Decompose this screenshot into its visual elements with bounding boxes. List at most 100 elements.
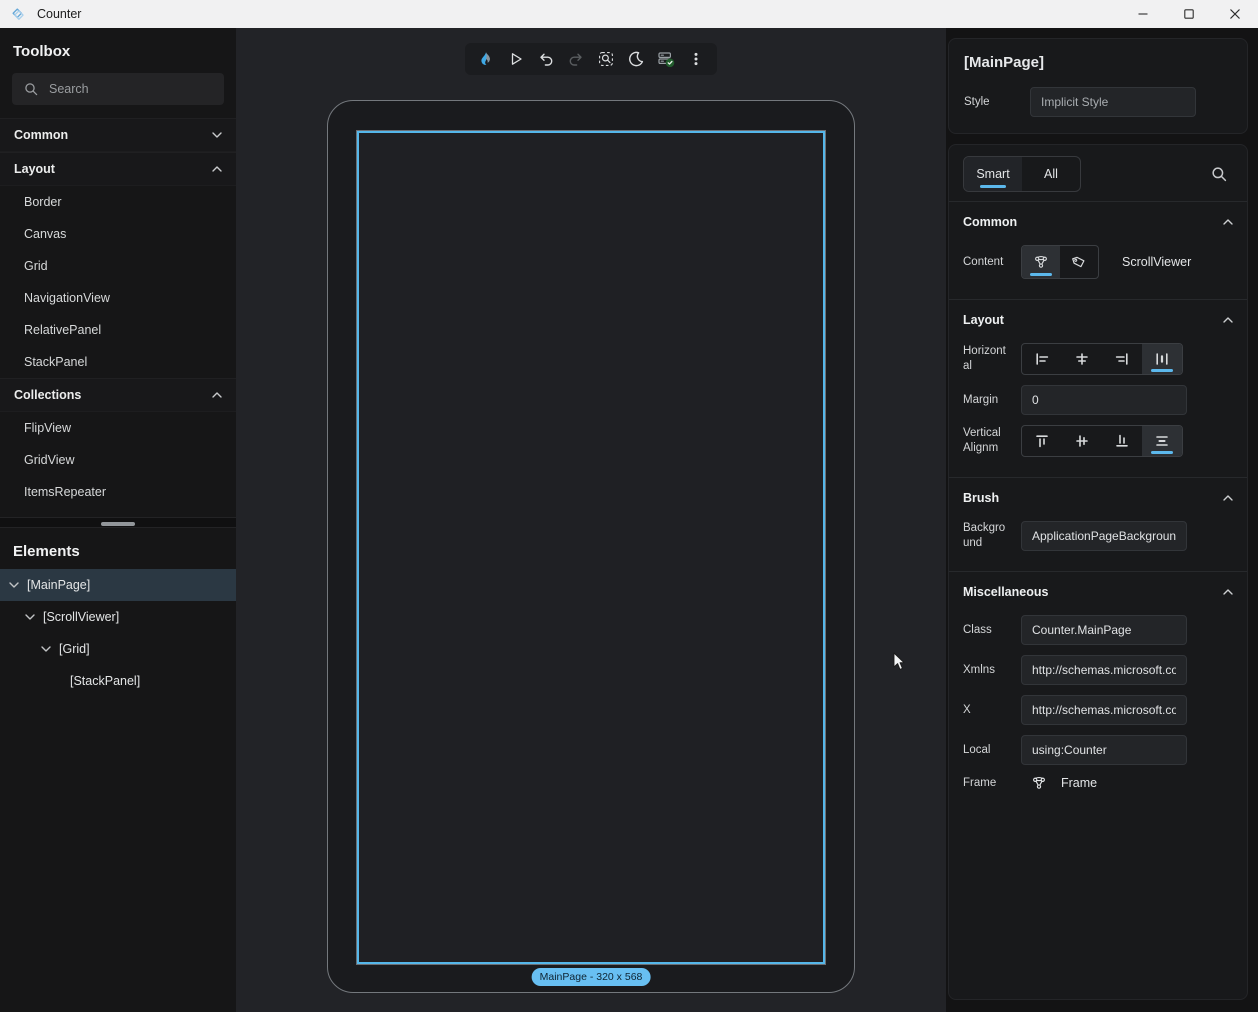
class-input[interactable]: Counter.MainPage [1021, 615, 1187, 645]
tree-item-mainpage[interactable]: [MainPage] [0, 569, 236, 601]
tree-item-label: [Grid] [59, 642, 90, 656]
section-brush: Brush Background ApplicationPageBackgrou… [949, 477, 1247, 571]
properties-search-button[interactable] [1205, 166, 1233, 182]
zoom-selection-icon [597, 50, 615, 68]
toolbox-item-itemsrepeater[interactable]: ItemsRepeater [0, 476, 236, 508]
valign-top-button[interactable] [1022, 426, 1062, 456]
valign-center-button[interactable] [1062, 426, 1102, 456]
class-row: Class Counter.MainPage [963, 615, 1233, 645]
connection-status-button[interactable] [651, 44, 681, 74]
design-canvas[interactable]: MainPage - 320 x 568 [236, 28, 946, 1012]
xmlns-input[interactable]: http://schemas.microsoft.com [1021, 655, 1187, 685]
chevron-up-icon [1223, 589, 1233, 595]
theme-toggle-button[interactable] [621, 44, 651, 74]
background-row: Background ApplicationPageBackground [963, 521, 1233, 551]
content-mode-element[interactable] [1022, 246, 1060, 278]
panel-splitter[interactable] [0, 517, 236, 528]
zoom-selection-button[interactable] [591, 44, 621, 74]
close-button[interactable] [1212, 0, 1258, 28]
valign-stretch-button[interactable] [1142, 426, 1182, 456]
horizontal-alignment-group [1021, 343, 1183, 375]
align-right-button[interactable] [1102, 344, 1142, 374]
maximize-button[interactable] [1166, 0, 1212, 28]
undo-icon [537, 50, 555, 68]
x-input[interactable]: http://schemas.microsoft.com [1021, 695, 1187, 725]
margin-input[interactable]: 0 [1021, 385, 1187, 415]
section-layout: Layout Horizontal Margin 0 [949, 299, 1247, 477]
tab-all[interactable]: All [1022, 157, 1080, 191]
toolbox-item-canvas[interactable]: Canvas [0, 218, 236, 250]
frame-element-link[interactable]: Frame [1021, 775, 1097, 791]
window-controls [1120, 0, 1258, 28]
style-label: Style [964, 95, 1020, 110]
maximize-icon [1180, 5, 1198, 23]
local-input[interactable]: using:Counter [1021, 735, 1187, 765]
align-stretch-button[interactable] [1142, 344, 1182, 374]
more-options-button[interactable] [681, 44, 711, 74]
tree-item-scrollviewer[interactable]: [ScrollViewer] [0, 601, 236, 633]
chevron-down-icon [41, 646, 51, 652]
valign-bottom-button[interactable] [1102, 426, 1142, 456]
flame-icon [477, 50, 495, 68]
frame-label: Frame [963, 776, 1011, 791]
tab-smart[interactable]: Smart [964, 157, 1022, 191]
close-icon [1226, 5, 1244, 23]
chevron-down-icon [9, 582, 19, 588]
inspector-header-card: [MainPage] Style Implicit Style [948, 38, 1248, 134]
tree-item-stackpanel[interactable]: [StackPanel] [0, 665, 236, 697]
margin-label: Margin [963, 393, 1011, 408]
valign-bottom-icon [1114, 433, 1130, 449]
align-center-icon [1074, 351, 1090, 367]
section-miscellaneous: Miscellaneous Class Counter.MainPage Xml… [949, 571, 1247, 811]
minimize-button[interactable] [1120, 0, 1166, 28]
section-miscellaneous-header[interactable]: Miscellaneous [963, 577, 1233, 607]
class-label: Class [963, 623, 1011, 638]
design-toolbar [465, 43, 717, 75]
tag-icon [1071, 254, 1087, 270]
hot-design-button[interactable] [471, 44, 501, 74]
style-input[interactable]: Implicit Style [1030, 87, 1196, 117]
toolbox-search-input[interactable]: Search [12, 73, 224, 105]
section-common-header[interactable]: Common [963, 207, 1233, 237]
tree-item-grid[interactable]: [Grid] [0, 633, 236, 665]
toolbox-section-collections[interactable]: Collections [0, 378, 236, 412]
x-label: X [963, 703, 1011, 718]
play-button[interactable] [501, 44, 531, 74]
toolbox-item-border[interactable]: Border [0, 186, 236, 218]
background-input[interactable]: ApplicationPageBackground [1021, 521, 1187, 551]
inspector-title: [MainPage] [964, 54, 1232, 71]
toolbox-item-stackpanel[interactable]: StackPanel [0, 346, 236, 378]
align-center-button[interactable] [1062, 344, 1102, 374]
play-icon [507, 50, 525, 68]
page-design-surface[interactable] [357, 131, 825, 964]
toolbox-item-navigationview[interactable]: NavigationView [0, 282, 236, 314]
undo-button[interactable] [531, 44, 561, 74]
toolbox-section-common[interactable]: Common [0, 118, 236, 152]
content-value[interactable]: ScrollViewer [1122, 255, 1191, 269]
device-frame: MainPage - 320 x 568 [327, 100, 855, 993]
toolbox-item-grid[interactable]: Grid [0, 250, 236, 282]
inspector-panel: [MainPage] Style Implicit Style Smart Al… [946, 28, 1258, 1012]
frame-size-badge[interactable]: MainPage - 320 x 568 [532, 968, 651, 986]
section-brush-header[interactable]: Brush [963, 483, 1233, 513]
margin-row: Margin 0 [963, 385, 1233, 415]
titlebar: Counter [0, 0, 1258, 28]
content-label: Content [963, 255, 1011, 270]
toolbox-item-flipview[interactable]: FlipView [0, 412, 236, 444]
align-left-button[interactable] [1022, 344, 1062, 374]
valign-center-icon [1074, 433, 1090, 449]
chevron-up-icon [1223, 317, 1233, 323]
align-right-icon [1114, 351, 1130, 367]
elements-title: Elements [0, 528, 236, 569]
toolbox-panel: Toolbox Search Common Layout Border Canv… [0, 28, 236, 1012]
chevron-up-icon [1223, 495, 1233, 501]
redo-button[interactable] [561, 44, 591, 74]
section-layout-header[interactable]: Layout [963, 305, 1233, 335]
section-label: Collections [14, 388, 81, 402]
content-mode-tag[interactable] [1060, 246, 1098, 278]
toolbox-section-layout[interactable]: Layout [0, 152, 236, 186]
chevron-up-icon [212, 166, 222, 172]
toolbox-item-relativepanel[interactable]: RelativePanel [0, 314, 236, 346]
toolbox-item-gridview[interactable]: GridView [0, 444, 236, 476]
inspector-tabs-row: Smart All [949, 145, 1247, 201]
